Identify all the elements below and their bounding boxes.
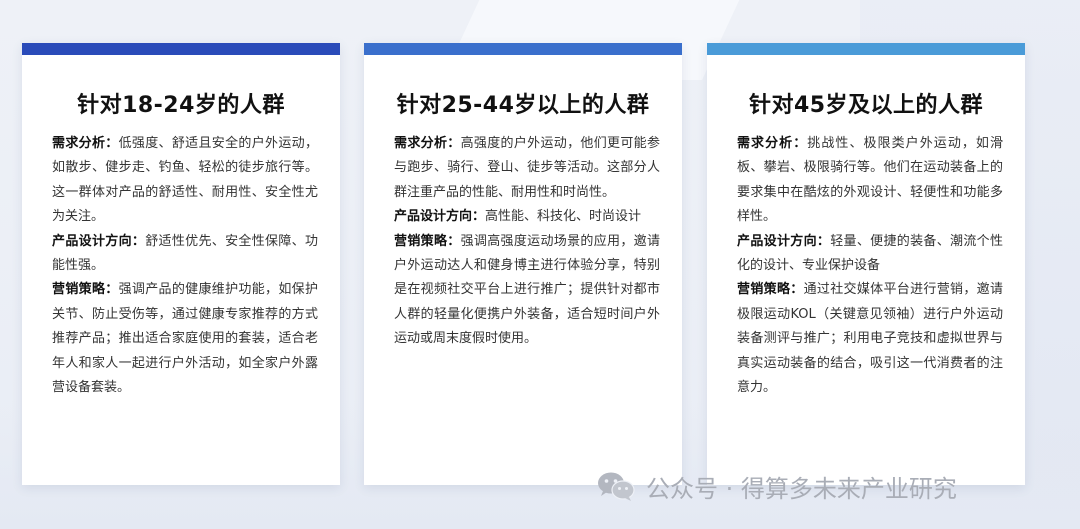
marketing-text: 通过社交媒体平台进行营销，邀请极限运动KOL（关键意见领袖）进行户外运动装备测评… [737, 282, 1003, 396]
card-accent-bar [22, 43, 340, 55]
watermark-text: 公众号 · 得算多未来产业研究 [646, 474, 957, 503]
design-label: 产品设计方向： [52, 233, 146, 249]
marketing-label: 营销策略： [394, 233, 461, 249]
design-text: 高性能、科技化、时尚设计 [485, 209, 642, 225]
card-accent-bar [707, 43, 1025, 55]
marketing-text: 强调高强度运动场景的应用，邀请户外运动达人和健身博主进行体验分享，特别是在视频社… [394, 233, 660, 347]
marketing-strategy: 营销策略：通过社交媒体平台进行营销，邀请极限运动KOL（关键意见领袖）进行户外运… [737, 278, 1003, 400]
card-title: 针对18-24岁的人群 [77, 93, 285, 118]
marketing-text: 强调产品的健康维护功能，如保护关节、防止受伤等，通过健康专家推荐的方式推荐产品；… [52, 282, 318, 396]
card-title: 针对45岁及以上的人群 [748, 93, 984, 118]
design-direction: 产品设计方向：舒适性优先、安全性保障、功能性强。 [52, 230, 318, 279]
wechat-icon [598, 472, 635, 501]
watermark: 公众号 · 得算多未来产业研究 [596, 466, 957, 506]
demand-label: 需求分析： [52, 136, 119, 151]
card-body: 需求分析：高强度的户外运动，他们更可能参与跑步、骑行、登山、徒步等活动。这部分人… [394, 132, 660, 352]
demand-label: 需求分析： [737, 136, 808, 151]
demand-analysis: 需求分析：高强度的户外运动，他们更可能参与跑步、骑行、登山、徒步等活动。这部分人… [394, 132, 660, 205]
card-accent-bar [364, 43, 682, 55]
card-body: 需求分析：低强度、舒适且安全的户外运动，如散步、健步走、钓鱼、轻松的徒步旅行等。… [52, 132, 318, 400]
card-body: 需求分析：挑战性、极限类户外运动，如滑板、攀岩、极限骑行等。他们在运动装备上的要… [737, 132, 1003, 400]
card-45-plus: 针对45岁及以上的人群 需求分析：挑战性、极限类户外运动，如滑板、攀岩、极限骑行… [707, 43, 1025, 485]
design-label: 产品设计方向： [737, 233, 831, 249]
demand-analysis: 需求分析：挑战性、极限类户外运动，如滑板、攀岩、极限骑行等。他们在运动装备上的要… [737, 132, 1003, 230]
demand-analysis: 需求分析：低强度、舒适且安全的户外运动，如散步、健步走、钓鱼、轻松的徒步旅行等。… [52, 132, 318, 230]
design-direction: 产品设计方向：高性能、科技化、时尚设计 [394, 205, 660, 229]
design-direction: 产品设计方向：轻量、便捷的装备、潮流个性化的设计、专业保护设备 [737, 230, 1003, 279]
card-18-24: 针对18-24岁的人群 需求分析：低强度、舒适且安全的户外运动，如散步、健步走、… [22, 43, 340, 485]
marketing-strategy: 营销策略：强调高强度运动场景的应用，邀请户外运动达人和健身博主进行体验分享，特别… [394, 230, 660, 352]
marketing-label: 营销策略： [52, 282, 119, 298]
card-25-44: 针对25-44岁以上的人群 需求分析：高强度的户外运动，他们更可能参与跑步、骑行… [364, 43, 682, 485]
marketing-strategy: 营销策略：强调产品的健康维护功能，如保护关节、防止受伤等，通过健康专家推荐的方式… [52, 278, 318, 400]
design-label: 产品设计方向： [394, 209, 486, 225]
demand-label: 需求分析： [394, 136, 461, 151]
marketing-label: 营销策略： [737, 282, 804, 298]
card-title: 针对25-44岁以上的人群 [396, 93, 650, 118]
